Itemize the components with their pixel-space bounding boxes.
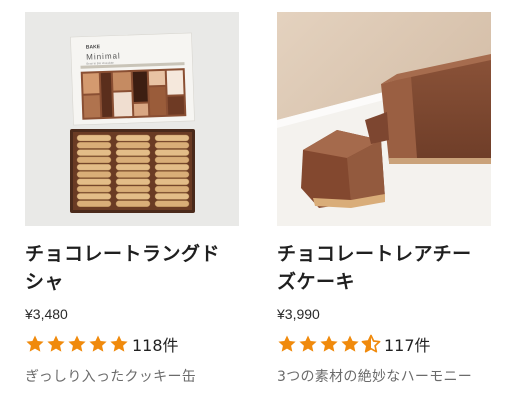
cookie [115,142,151,149]
star-icon [110,335,128,352]
star-rating [277,334,381,354]
cookie-tin [70,129,195,213]
cookie [115,185,151,193]
half-star-icon [361,334,381,353]
cookie [115,134,151,142]
rating: 117件 [277,332,491,356]
cookie [154,156,190,164]
product-card-rare-cheesecake[interactable]: チョコレートレアチー ズケーキ ¥3,990 117件 [277,12,491,356]
cookie [154,149,190,156]
cookie [154,193,190,200]
product-price: ¥3,480 [25,306,68,322]
product-price: ¥3,990 [277,306,320,322]
product-image-langue-de-chat[interactable]: BAKE Minimal Bean to Bar chocolate [25,12,239,226]
star-icon [341,335,359,352]
cookie [115,156,151,164]
product-name[interactable]: チョコレートレアチー ズケーキ [277,240,491,296]
star-icon [278,335,296,352]
product-image-rare-cheesecake[interactable] [277,12,491,226]
product-name[interactable]: チョコレートラングド シャ [25,240,239,296]
cookie [76,185,112,193]
cookie [154,134,190,142]
star-rating [25,334,129,354]
product-card-langue-de-chat[interactable]: BAKE Minimal Bean to Bar chocolate チョコレー… [25,12,239,356]
rating: 118件 [25,332,239,356]
cookie [76,171,112,178]
cookie [76,178,112,186]
cookie [154,163,190,171]
cookie [76,149,112,156]
cookie [76,134,112,142]
cookie [76,163,112,171]
review-count[interactable]: 118件 [132,332,179,356]
star-icon [89,335,107,352]
cookie [76,142,112,149]
cookie [154,200,190,207]
cookie [76,193,112,200]
cookie [115,171,151,178]
cookie [154,178,190,186]
star-icon [68,335,86,352]
star-icon [47,335,65,352]
cookie [154,142,190,149]
cookie [154,171,190,178]
product-description: 3つの素材の絶妙なハーモニー [277,369,473,385]
cookie [115,178,151,186]
cookie [76,156,112,164]
cookie [115,149,151,156]
cookie [76,200,112,207]
review-count[interactable]: 117件 [384,332,431,356]
star-icon [320,335,338,352]
product-description: ぎっしり入ったクッキー缶 [25,369,197,385]
package-lid: BAKE Minimal Bean to Bar chocolate [70,32,195,126]
star-icon [26,335,44,352]
cookie [154,185,190,193]
cookie [115,200,151,207]
brand-mark: BAKE [86,44,101,51]
star-icon [299,335,317,352]
cookie [115,193,151,200]
cookie [115,163,151,171]
